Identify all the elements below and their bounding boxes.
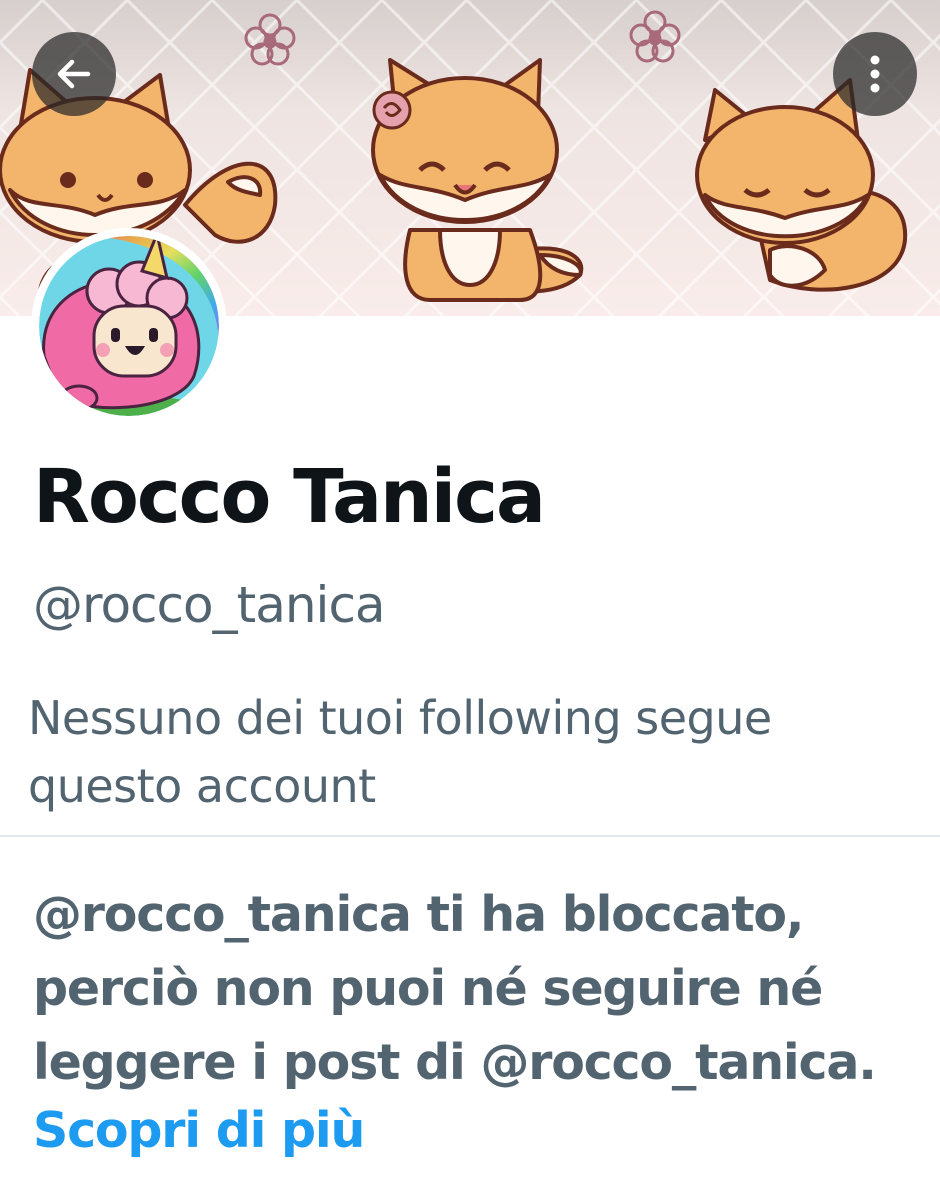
user-handle: @rocco_tanica	[33, 576, 386, 634]
learn-more-link[interactable]: Scopri di più	[33, 1094, 365, 1168]
rose-icon	[372, 90, 412, 130]
blocked-message: @rocco_tanica ti ha bloccato, perciò non…	[33, 886, 877, 1091]
back-button[interactable]	[32, 32, 116, 116]
display-name: Rocco Tanica	[33, 454, 546, 540]
avatar[interactable]	[31, 228, 227, 424]
more-vertical-icon	[870, 55, 880, 93]
avatar-image	[39, 236, 219, 416]
more-options-button[interactable]	[833, 32, 917, 116]
arrow-left-icon	[57, 59, 91, 89]
followers-you-know-note: Nessuno dei tuoi following segue questo …	[28, 691, 772, 813]
divider	[0, 835, 940, 837]
profile-page: Rocco Tanica @rocco_tanica Nessuno dei t…	[0, 0, 940, 1200]
